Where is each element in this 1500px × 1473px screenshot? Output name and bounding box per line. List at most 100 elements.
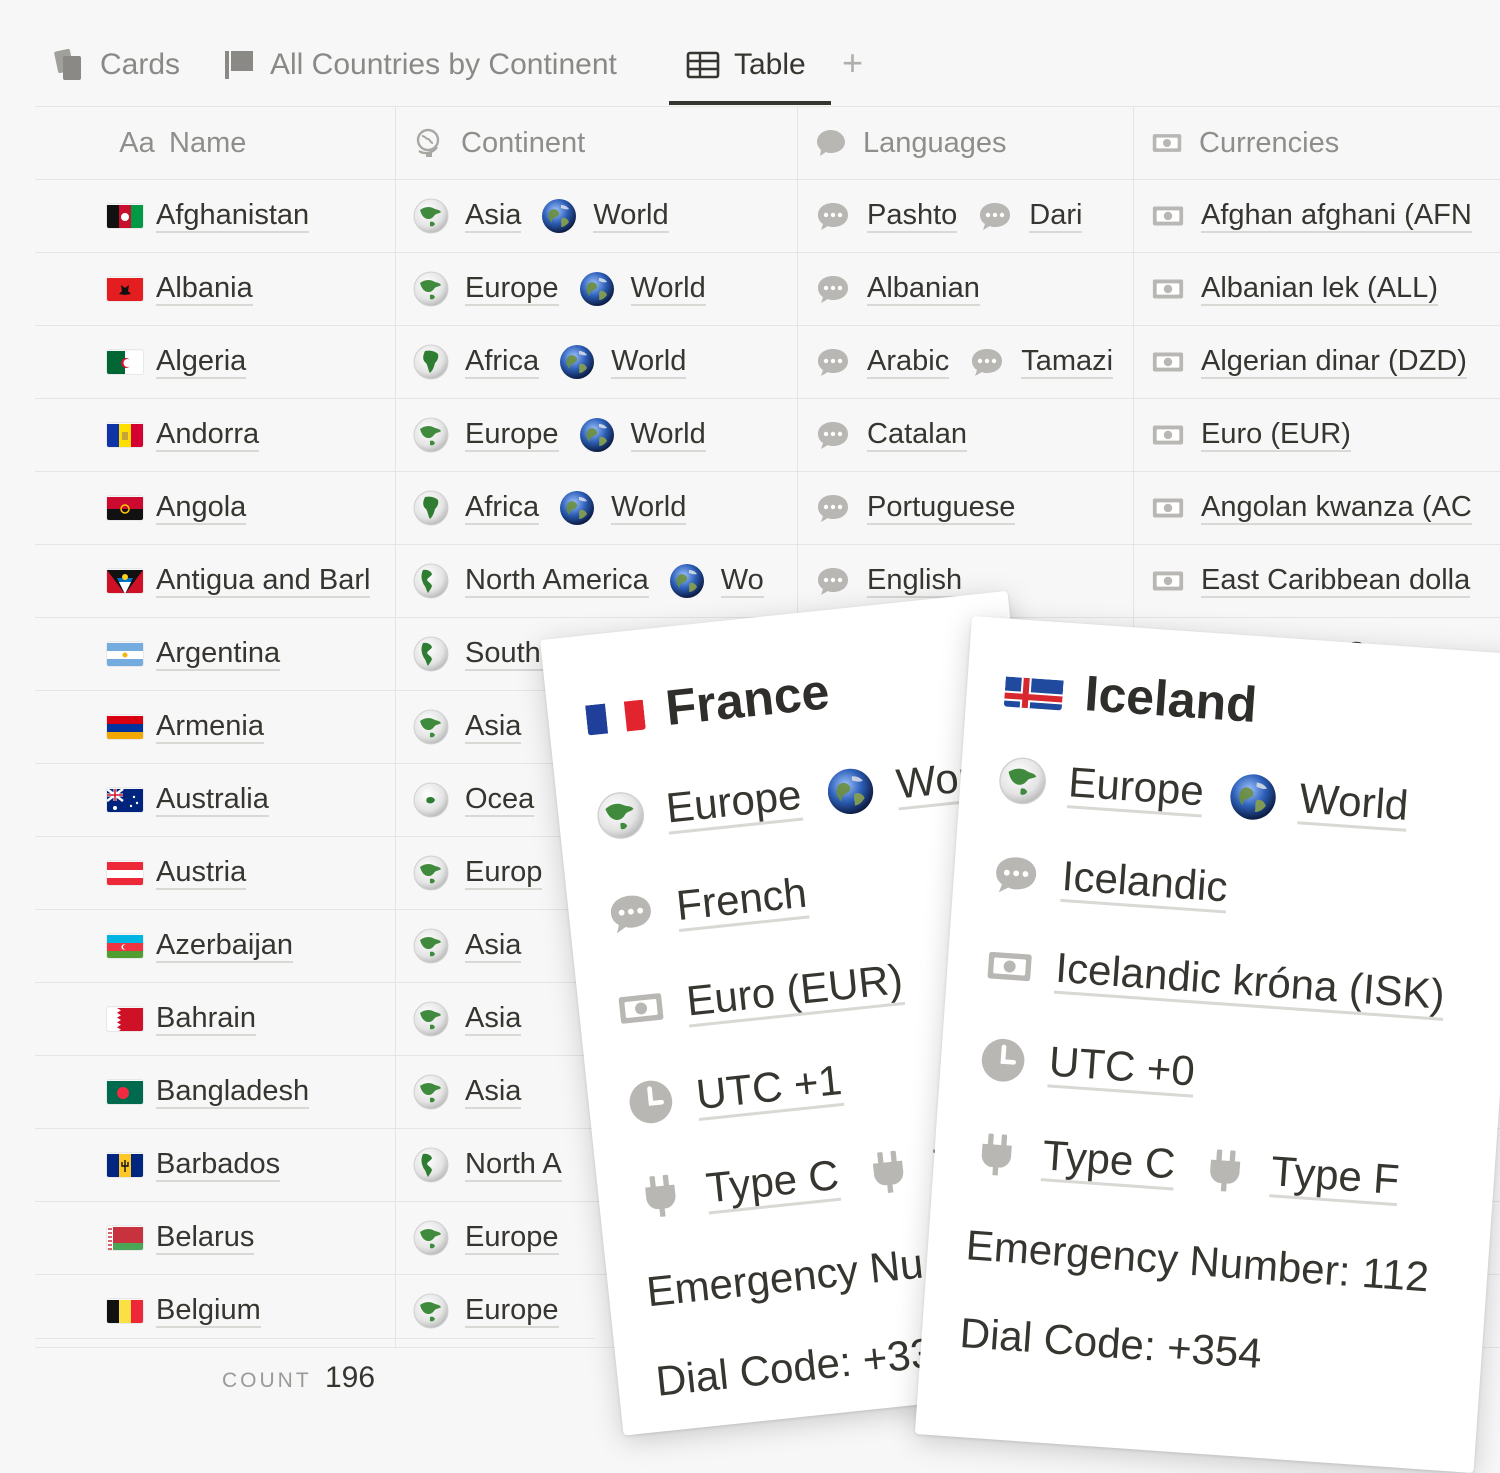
add-view-button[interactable]: + [842, 40, 863, 86]
continent-tag[interactable]: North America [413, 563, 649, 599]
table-row[interactable]: Andorra Europe World Catalan Euro (EUR) [35, 399, 1500, 472]
currency-tag[interactable]: Angolan kwanza (AC [1151, 491, 1472, 525]
language-tag[interactable]: Portuguese [815, 490, 1016, 526]
continent-tag[interactable]: Asia [413, 709, 522, 745]
table-row[interactable]: Algeria Africa World Arabic Tamazi Alger… [35, 326, 1500, 399]
language-tag[interactable]: Albanian [815, 271, 980, 307]
name-cell[interactable]: Angola [35, 472, 396, 544]
name-cell[interactable]: Algeria [35, 326, 396, 398]
world-tag[interactable]: World [559, 490, 687, 526]
continent-tag[interactable]: Asia [413, 198, 522, 234]
country-name[interactable]: Antigua and Barl [156, 564, 371, 598]
continent-tag[interactable]: Asia [413, 1074, 522, 1110]
column-header-languages[interactable]: Languages [797, 107, 1134, 179]
table-row[interactable]: Antigua and Barl North America Wo Englis… [35, 545, 1500, 618]
currencies-cell[interactable]: Albanian lek (ALL) [1133, 253, 1500, 325]
country-name[interactable]: Algeria [156, 345, 247, 379]
name-cell[interactable]: Antigua and Barl [35, 545, 396, 617]
country-name[interactable]: Austria [156, 856, 247, 890]
languages-cell[interactable]: Catalan [797, 399, 1134, 471]
country-name[interactable]: Andorra [156, 418, 260, 452]
name-cell[interactable]: Andorra [35, 399, 396, 471]
name-cell[interactable]: Argentina [35, 618, 396, 690]
name-cell[interactable]: Belgium [35, 1275, 396, 1347]
column-header-name[interactable]: Aa Name [35, 107, 396, 179]
name-cell[interactable]: Bahrain [35, 983, 396, 1055]
language-tag[interactable]: Dari [977, 198, 1083, 234]
language-tag[interactable]: English [815, 563, 963, 599]
continent-cell[interactable]: Africa World [395, 472, 798, 544]
languages-cell[interactable]: Albanian [797, 253, 1134, 325]
language-tag[interactable]: Tamazi [969, 344, 1114, 380]
currencies-cell[interactable]: Algerian dinar (DZD) [1133, 326, 1500, 398]
country-name[interactable]: Belarus [156, 1221, 255, 1255]
currency-tag[interactable]: Afghan afghani (AFN [1151, 199, 1472, 233]
continent-tag[interactable]: Asia [413, 928, 522, 964]
country-name[interactable]: Belgium [156, 1294, 261, 1328]
banknote-icon [1151, 418, 1185, 452]
tab-table[interactable]: Table [686, 40, 806, 90]
world-tag[interactable]: Wo [669, 563, 764, 599]
continent-tag[interactable]: Asia [413, 1001, 522, 1037]
country-card-iceland[interactable]: Iceland Europe World Icelandic Icelandic… [914, 616, 1500, 1473]
world-tag[interactable]: World [579, 417, 706, 453]
country-name[interactable]: Angola [156, 491, 247, 525]
world-tag[interactable]: World [559, 344, 687, 380]
name-cell[interactable]: Albania [35, 253, 396, 325]
name-cell[interactable]: Australia [35, 764, 396, 836]
name-cell[interactable]: Azerbaijan [35, 910, 396, 982]
currency-tag[interactable]: Albanian lek (ALL) [1151, 272, 1438, 306]
continent-cell[interactable]: Asia World [395, 180, 798, 252]
country-name[interactable]: Bahrain [156, 1002, 256, 1036]
country-name[interactable]: Afghanistan [156, 199, 310, 233]
continent-tag[interactable]: Europ [413, 855, 543, 891]
country-name[interactable]: Azerbaijan [156, 929, 294, 963]
name-cell[interactable]: Austria [35, 837, 396, 909]
continent-tag[interactable]: North A [413, 1147, 562, 1183]
country-name[interactable]: Albania [156, 272, 253, 306]
currency-tag[interactable]: Euro (EUR) [1151, 418, 1351, 452]
table-row[interactable]: Albania Europe World Albanian Albanian l… [35, 253, 1500, 326]
country-name[interactable]: Bangladesh [156, 1075, 310, 1109]
currencies-cell[interactable]: Angolan kwanza (AC [1133, 472, 1500, 544]
table-row[interactable]: Angola Africa World Portuguese Angolan k… [35, 472, 1500, 545]
country-name[interactable]: Argentina [156, 637, 281, 671]
column-header-continent[interactable]: Continent [395, 107, 798, 179]
name-cell[interactable]: Barbados [35, 1129, 396, 1201]
language-tag[interactable]: Pashto [815, 198, 958, 234]
name-cell[interactable]: Armenia [35, 691, 396, 763]
currency-tag[interactable]: Algerian dinar (DZD) [1151, 345, 1467, 379]
continent-cell[interactable]: North America Wo [395, 545, 798, 617]
continent-cell[interactable]: Europe World [395, 399, 798, 471]
currencies-cell[interactable]: East Caribbean dolla [1133, 545, 1500, 617]
language-tag[interactable]: Arabic [815, 344, 950, 380]
languages-cell[interactable]: Portuguese [797, 472, 1134, 544]
currency-tag[interactable]: East Caribbean dolla [1151, 564, 1471, 598]
continent-tag[interactable]: Europe [413, 417, 559, 453]
continent-cell[interactable]: Europe World [395, 253, 798, 325]
currencies-cell[interactable]: Afghan afghani (AFN [1133, 180, 1500, 252]
continent-cell[interactable]: Africa World [395, 326, 798, 398]
continent-tag[interactable]: Europe [413, 1220, 559, 1256]
name-cell[interactable]: Afghanistan [35, 180, 396, 252]
country-name[interactable]: Australia [156, 783, 269, 817]
tab-cards[interactable]: Cards [52, 40, 180, 90]
name-cell[interactable]: Belarus [35, 1202, 396, 1274]
country-name[interactable]: Barbados [156, 1148, 281, 1182]
column-header-currencies[interactable]: Currencies [1133, 107, 1500, 179]
table-row[interactable]: Afghanistan Asia World Pashto Dari Afgha… [35, 180, 1500, 253]
languages-cell[interactable]: Pashto Dari [797, 180, 1134, 252]
continent-tag[interactable]: Europe [413, 271, 559, 307]
continent-tag[interactable]: Africa [413, 344, 540, 380]
name-cell[interactable]: Bangladesh [35, 1056, 396, 1128]
world-tag[interactable]: World [579, 271, 706, 307]
languages-cell[interactable]: Arabic Tamazi [797, 326, 1134, 398]
continent-tag[interactable]: Africa [413, 490, 540, 526]
currencies-cell[interactable]: Euro (EUR) [1133, 399, 1500, 471]
tab-all-countries[interactable]: All Countries by Continent [222, 40, 617, 90]
country-name[interactable]: Armenia [156, 710, 264, 744]
language-tag[interactable]: Catalan [815, 417, 967, 453]
continent-tag[interactable]: Ocea [413, 782, 535, 818]
world-tag[interactable]: World [541, 198, 669, 234]
continent-tag[interactable]: Europe [413, 1293, 559, 1329]
